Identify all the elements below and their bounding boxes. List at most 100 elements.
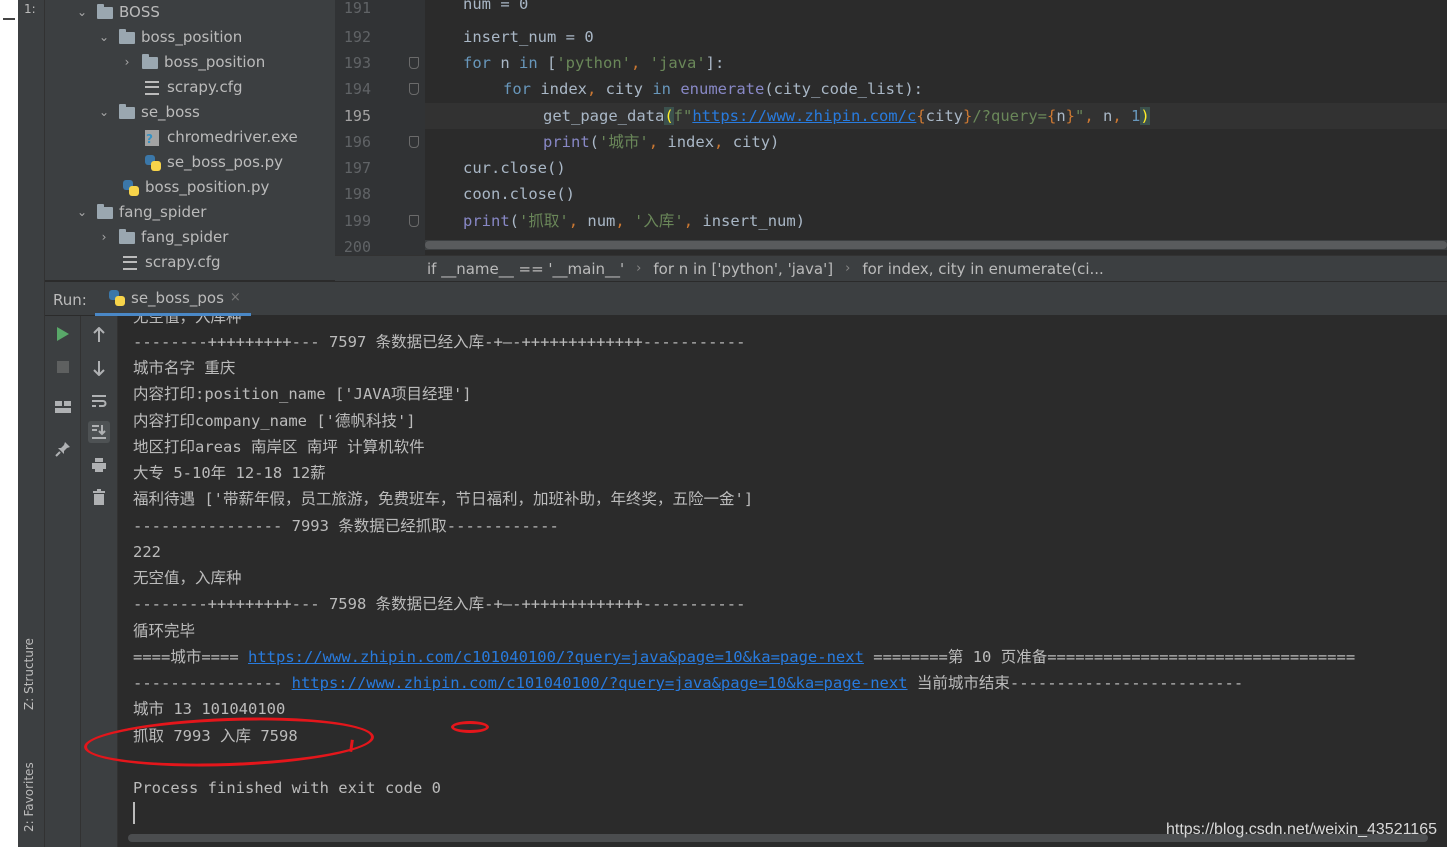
console-line: 地区打印areas 南岸区 南坪 计算机软件	[133, 438, 425, 456]
punctuation: ,	[1084, 107, 1094, 125]
chevron-down-icon[interactable]: ⌄	[97, 25, 111, 50]
breadcrumb-item[interactable]: if __name__ == '__main__'	[427, 260, 624, 278]
run-toolbar-right	[81, 316, 118, 847]
code-text: (city_code_list):	[764, 80, 923, 98]
console-line-loop-done: 循环完毕	[133, 622, 196, 640]
structure-tool-tab[interactable]: Z: Structure	[22, 615, 36, 710]
tree-item-label: scrapy.cfg	[145, 253, 221, 271]
breadcrumb-item[interactable]: for index, city in enumerate(ci...	[862, 260, 1103, 278]
line-number: 197	[343, 159, 371, 177]
punctuation: ,	[683, 212, 694, 230]
tree-item-se-boss[interactable]: ⌄ se_boss	[97, 100, 200, 125]
code-text: ]:	[705, 54, 725, 72]
executable-file-icon	[145, 127, 159, 152]
chevron-down-icon[interactable]: ⌄	[97, 100, 111, 125]
chevron-down-icon[interactable]: ⌄	[75, 0, 89, 25]
url-literal[interactable]: https://www.zhipin.com/c	[692, 107, 916, 125]
favorites-tool-tab[interactable]: 2: Favorites	[22, 737, 36, 832]
fold-marker-icon[interactable]	[409, 136, 419, 148]
tree-item-chromedriver[interactable]: chromedriver.exe	[145, 125, 298, 152]
fold-marker-icon[interactable]	[409, 215, 419, 227]
config-file-icon	[145, 80, 159, 95]
builtin-function: print	[543, 133, 590, 151]
console-link[interactable]: https://www.zhipin.com/c101040100/?query…	[292, 674, 908, 692]
project-tool-button[interactable]: 1:	[24, 2, 38, 32]
text-cursor	[133, 802, 135, 824]
code-text: insert_num = 0	[463, 28, 594, 46]
soft-wrap-icon	[92, 395, 107, 407]
rerun-button[interactable]	[52, 323, 74, 345]
code-line-195: get_page_data(f"https://www.zhipin.com/c…	[543, 103, 1150, 129]
string-literal: 'java'	[649, 54, 706, 72]
trash-icon	[93, 489, 105, 505]
folder-icon	[142, 53, 158, 69]
scroll-up-button[interactable]	[88, 324, 110, 346]
code-text: index	[658, 133, 715, 151]
console-line: 大专 5-10年 12-18 12薪	[133, 464, 326, 482]
code-text: city)	[723, 133, 780, 151]
config-file-icon	[123, 255, 137, 270]
stop-button[interactable]	[52, 356, 74, 378]
tree-item-scrapy-cfg-2[interactable]: scrapy.cfg	[123, 250, 221, 275]
code-editor[interactable]: num = 0 insert_num = 0 for n in ['python…	[425, 0, 1447, 255]
console-text: ========第 10 页准备========================…	[863, 648, 1356, 666]
layout-button[interactable]	[52, 396, 74, 418]
console-line: --------+++++++++--- 7598 条数据已经入库-+—-+++…	[133, 595, 746, 613]
line-number: 191	[343, 0, 371, 17]
chevron-right-icon[interactable]: ›	[97, 225, 111, 250]
number-literal: 1	[1121, 107, 1141, 125]
run-tool-window-header: Run: se_boss_pos ×	[45, 281, 1447, 316]
chevron-down-icon[interactable]: ⌄	[75, 200, 89, 225]
tree-item-scrapy-cfg[interactable]: scrapy.cfg	[145, 75, 243, 100]
console-link[interactable]: https://www.zhipin.com/c101040100/?query…	[248, 648, 864, 666]
line-number: 198	[343, 185, 371, 203]
tree-item-boss[interactable]: ⌄ BOSS	[75, 0, 160, 25]
console-line: ---------------- 7993 条数据已经抓取-----------…	[133, 517, 559, 535]
code-line-191: num = 0	[463, 0, 528, 17]
tree-item-fang-spider-package[interactable]: › fang_spider	[97, 225, 229, 250]
stop-icon	[57, 361, 69, 373]
soft-wrap-button[interactable]	[88, 390, 110, 412]
breadcrumb: if __name__ == '__main__' › for n in ['p…	[335, 255, 1447, 281]
pin-icon	[55, 442, 70, 457]
close-icon[interactable]: ×	[230, 290, 241, 305]
fold-marker-icon[interactable]	[409, 83, 419, 95]
scrollbar-thumb[interactable]	[425, 241, 1447, 249]
run-tab-se-boss-pos[interactable]: se_boss_pos ×	[95, 282, 251, 316]
tree-item-boss-position-package[interactable]: › boss_position	[120, 50, 266, 75]
console-line-city: ====城市==== https://www.zhipin.com/c10104…	[133, 644, 1355, 670]
scroll-to-end-button[interactable]	[88, 421, 110, 443]
chevron-right-icon[interactable]: ›	[120, 50, 134, 75]
tree-item-boss-position[interactable]: ⌄ boss_position	[97, 25, 242, 50]
tree-item-boss-position-py[interactable]: boss_position.py	[123, 175, 269, 200]
tree-item-label: se_boss_pos.py	[167, 153, 284, 171]
string-literal: /?query=	[972, 107, 1047, 125]
fstring-brace: {	[1046, 107, 1057, 125]
scroll-down-button[interactable]	[88, 357, 110, 379]
builtin-function: print	[463, 212, 510, 230]
code-text: num = 0	[463, 0, 529, 13]
breadcrumb-item[interactable]: for n in ['python', 'java']	[653, 260, 833, 278]
string-literal: f"	[673, 107, 693, 125]
tree-item-se-boss-pos-py[interactable]: se_boss_pos.py	[145, 150, 283, 175]
matched-bracket: (	[664, 107, 674, 125]
code-line-198: coon.close()	[463, 181, 575, 207]
run-console[interactable]: 无空值，入库种 --------+++++++++--- 7597 条数据已经入…	[118, 316, 1447, 847]
console-line: --------+++++++++--- 7597 条数据已经入库-+—-+++…	[133, 333, 746, 351]
tree-item-label: fang_spider	[119, 203, 207, 221]
code-text: (	[509, 212, 520, 230]
fold-marker-icon[interactable]	[409, 57, 419, 69]
editor-horizontal-scrollbar[interactable]	[425, 240, 1447, 250]
pin-button[interactable]	[52, 438, 74, 460]
function-call: get_page_data	[543, 107, 665, 125]
console-text: ====城市====	[133, 648, 248, 666]
tree-item-fang-spider[interactable]: ⌄ fang_spider	[75, 200, 206, 225]
string-literal: 'python'	[556, 54, 631, 72]
punctuation: ,	[615, 212, 625, 230]
keyword: for	[463, 54, 491, 72]
line-number: 193	[343, 54, 371, 72]
console-line: 无空值，入库种	[133, 569, 242, 587]
fstring-brace: }	[962, 107, 973, 125]
print-button[interactable]	[88, 454, 110, 476]
clear-all-button[interactable]	[88, 486, 110, 508]
